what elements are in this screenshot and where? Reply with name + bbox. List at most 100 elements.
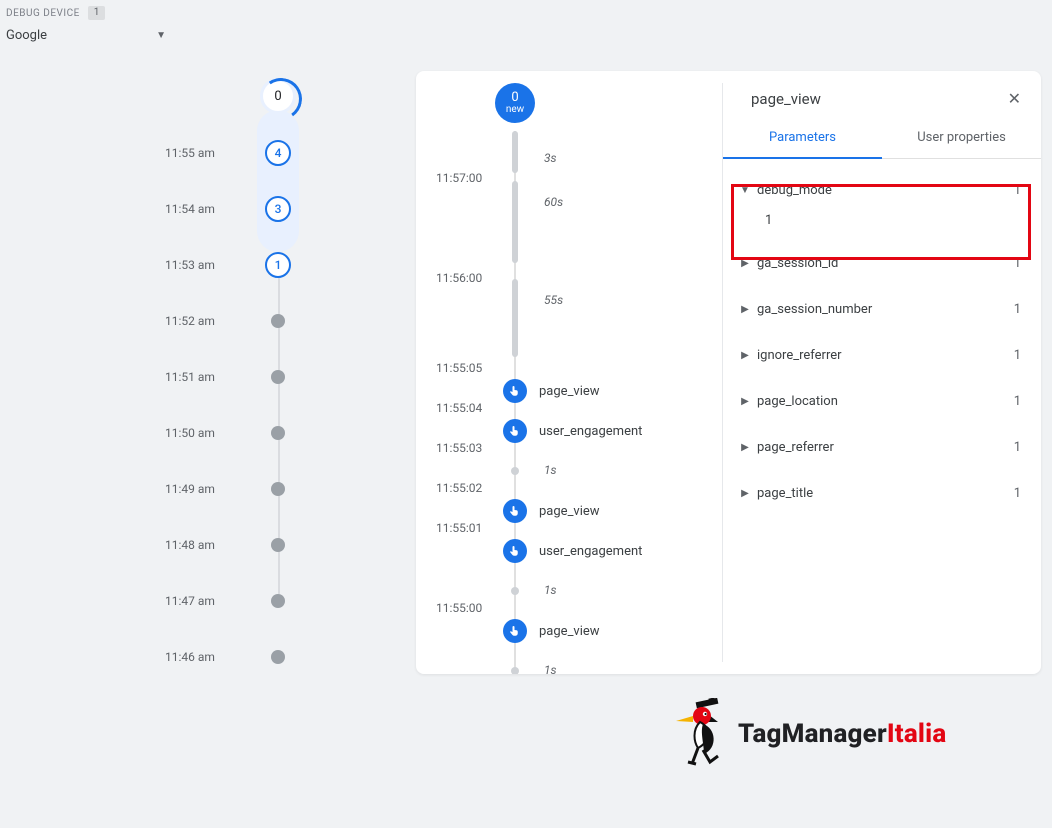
minute-time-label: 11:51 am <box>165 370 215 384</box>
minute-row[interactable]: 11:46 am <box>165 644 305 670</box>
caret-right-icon: ▶ <box>737 442 753 453</box>
minute-row[interactable]: 11:55 am 4 <box>165 140 305 166</box>
minute-row[interactable]: 11:53 am1 <box>165 252 305 278</box>
minute-time-label: 11:52 am <box>165 314 215 328</box>
parameter-name: page_referrer <box>753 440 1014 455</box>
timeline-event[interactable]: page_view <box>503 619 600 643</box>
timeline-event-label: page_view <box>539 624 600 639</box>
tab-user-properties[interactable]: User properties <box>882 118 1041 158</box>
seconds-gap-label: 60s <box>544 195 563 209</box>
touch-icon <box>503 539 527 563</box>
timeline-event-label: page_view <box>539 384 600 399</box>
event-details-panel: page_view ✕ Parameters User properties ▼… <box>723 71 1041 674</box>
touch-icon <box>503 419 527 443</box>
minute-event-count: 1 <box>265 252 291 278</box>
seconds-tick-label: 11:56:00 <box>436 271 482 285</box>
parameter-row[interactable]: ▶ ignore_referrer 1 <box>737 332 1027 378</box>
seconds-tick-label: 11:55:05 <box>436 361 482 375</box>
parameter-row[interactable]: ▶ ga_session_number 1 <box>737 286 1027 332</box>
parameter-row[interactable]: ▶ page_title 1 <box>737 470 1027 516</box>
seconds-gap-label: 1s <box>544 583 557 597</box>
seconds-gap-label: 1s <box>544 663 557 674</box>
minute-row[interactable]: 11:52 am <box>165 308 305 334</box>
seconds-gap-label: 55s <box>544 293 563 307</box>
parameter-row[interactable]: ▶ page_referrer 1 <box>737 424 1027 470</box>
minute-empty-dot <box>271 650 285 664</box>
timeline-event-label: page_view <box>539 504 600 519</box>
new-events-counter[interactable]: 0 new <box>495 83 535 123</box>
minute-row[interactable]: 11:49 am <box>165 476 305 502</box>
caret-right-icon: ▶ <box>737 488 753 499</box>
parameter-count: 1 <box>1014 394 1027 409</box>
brand-logo: TagManagerItalia <box>670 698 946 770</box>
debug-device-count-badge: 1 <box>88 6 106 20</box>
seconds-gap-dot <box>511 587 519 595</box>
parameter-name: ga_session_id <box>753 256 1014 271</box>
parameter-name: page_location <box>753 394 1014 409</box>
minute-empty-dot <box>271 426 285 440</box>
device-select-value: Google <box>6 28 47 43</box>
caret-right-icon: ▶ <box>737 350 753 361</box>
minute-time-label: 11:48 am <box>165 538 215 552</box>
parameter-row[interactable]: ▶ ga_session_id 1 <box>737 240 1027 286</box>
minute-live-counter[interactable]: 0 <box>260 78 296 114</box>
seconds-tick-label: 11:55:00 <box>436 601 482 615</box>
minute-selection-pill <box>257 110 299 252</box>
seconds-gap-dot <box>511 667 519 674</box>
brand-logo-text: TagManagerItalia <box>738 719 946 749</box>
minute-row[interactable]: 11:54 am3 <box>165 196 305 222</box>
seconds-gap-segment <box>512 279 518 357</box>
parameter-count: 1 <box>1014 486 1027 501</box>
parameter-count: 1 <box>1014 348 1027 363</box>
parameter-row[interactable]: ▼ debug_mode 1 <box>737 167 1027 213</box>
caret-right-icon: ▶ <box>737 258 753 269</box>
minute-time-label: 11:49 am <box>165 482 215 496</box>
timeline-event-label: user_engagement <box>539 424 642 439</box>
parameter-count: 1 <box>1014 183 1027 198</box>
seconds-gap-dot <box>511 467 519 475</box>
minute-event-count: 4 <box>265 140 291 166</box>
minute-time-label: 11:55 am <box>165 146 215 160</box>
minute-time-label: 11:47 am <box>165 594 215 608</box>
seconds-tick-label: 11:57:00 <box>436 171 482 185</box>
minute-event-count: 3 <box>265 196 291 222</box>
minute-empty-dot <box>271 482 285 496</box>
touch-icon <box>503 619 527 643</box>
parameter-name: ga_session_number <box>753 302 1014 317</box>
minute-row[interactable]: 11:48 am <box>165 532 305 558</box>
caret-right-icon: ▶ <box>737 304 753 315</box>
minute-empty-dot <box>271 594 285 608</box>
minute-empty-dot <box>271 538 285 552</box>
seconds-gap-segment <box>512 181 518 263</box>
timeline-event-label: user_engagement <box>539 544 642 559</box>
timeline-event[interactable]: page_view <box>503 499 600 523</box>
seconds-gap-label: 1s <box>544 463 557 477</box>
caret-down-icon: ▼ <box>737 185 753 196</box>
minute-time-label: 11:50 am <box>165 426 215 440</box>
minute-time-label: 11:46 am <box>165 650 215 664</box>
chevron-down-icon: ▼ <box>156 30 166 41</box>
timeline-event[interactable]: user_engagement <box>503 419 642 443</box>
timeline-event[interactable]: user_engagement <box>503 539 642 563</box>
minute-row[interactable]: 11:51 am <box>165 364 305 390</box>
parameter-value: 1 <box>737 213 1027 240</box>
close-icon[interactable]: ✕ <box>1008 89 1021 108</box>
woodpecker-icon <box>670 698 730 770</box>
tab-parameters[interactable]: Parameters <box>723 118 882 159</box>
event-stream-card: 0 new 11:57:0011:56:0011:55:0511:55:0411… <box>416 71 1041 674</box>
minute-row[interactable]: 11:50 am <box>165 420 305 446</box>
parameter-name: debug_mode <box>753 183 1014 198</box>
seconds-gap-segment <box>512 131 518 173</box>
parameter-count: 1 <box>1014 440 1027 455</box>
parameter-row[interactable]: ▶ page_location 1 <box>737 378 1027 424</box>
seconds-tick-label: 11:55:03 <box>436 441 482 455</box>
seconds-timeline: 0 new 11:57:0011:56:0011:55:0511:55:0411… <box>416 71 722 674</box>
timeline-event[interactable]: page_view <box>503 379 600 403</box>
minute-row[interactable]: 11:47 am <box>165 588 305 614</box>
seconds-tick-label: 11:55:01 <box>436 521 482 535</box>
minute-empty-dot <box>271 314 285 328</box>
touch-icon <box>503 379 527 403</box>
seconds-tick-label: 11:55:02 <box>436 481 482 495</box>
debug-device-label: DEBUG DEVICE <box>6 8 80 19</box>
device-select[interactable]: Google ▼ <box>6 24 166 47</box>
